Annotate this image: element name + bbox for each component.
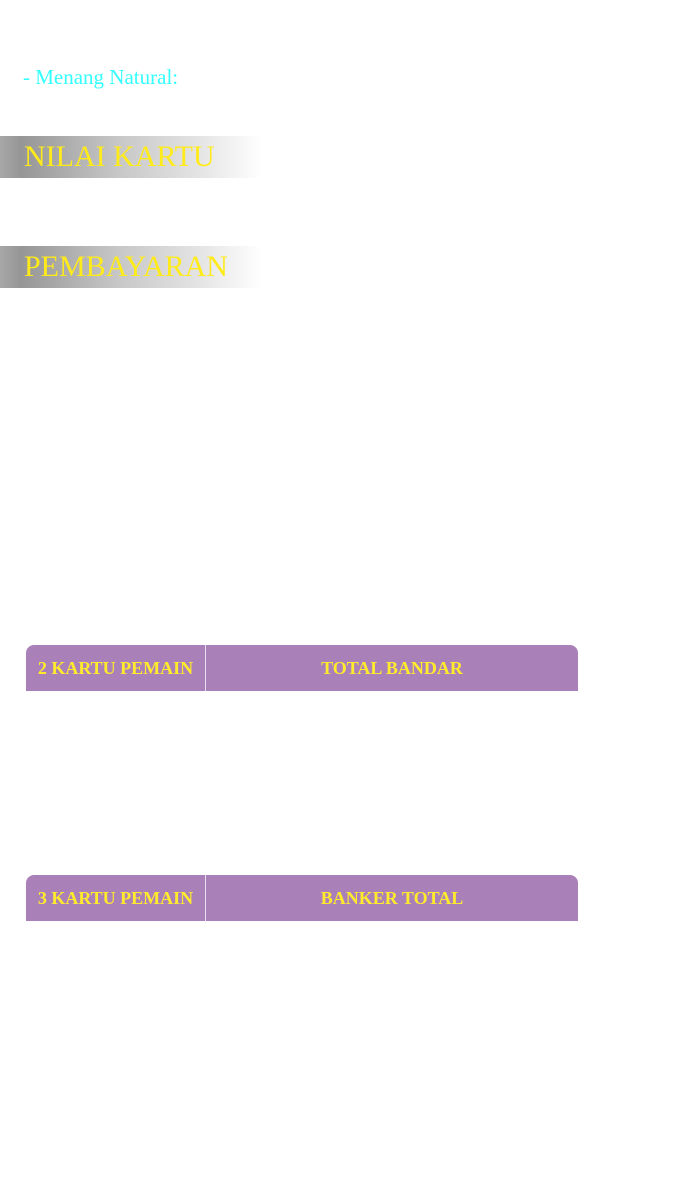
- section-title-pembayaran: PEMBAYARAN: [24, 250, 228, 283]
- section-header-nilai-kartu: NILAI KARTU: [0, 136, 262, 178]
- section-title-nilai-kartu: NILAI KARTU: [24, 140, 215, 173]
- top-description-line: [24, 30, 584, 50]
- natural-win-label: - Menang Natural:: [23, 65, 179, 89]
- table-header-three-card: 3 KARTU PEMAIN BANKER TOTAL: [26, 875, 578, 921]
- header-two-card-player: 2 KARTU PEMAIN: [26, 645, 206, 691]
- header-banker-total: BANKER TOTAL: [320, 888, 464, 908]
- section-header-pembayaran: PEMBAYARAN: [0, 246, 262, 288]
- header-three-card-player: 3 KARTU PEMAIN: [26, 875, 206, 921]
- table-header-two-card: 2 KARTU PEMAIN TOTAL BANDAR: [26, 645, 578, 691]
- header-total-bandar: TOTAL BANDAR: [321, 658, 463, 678]
